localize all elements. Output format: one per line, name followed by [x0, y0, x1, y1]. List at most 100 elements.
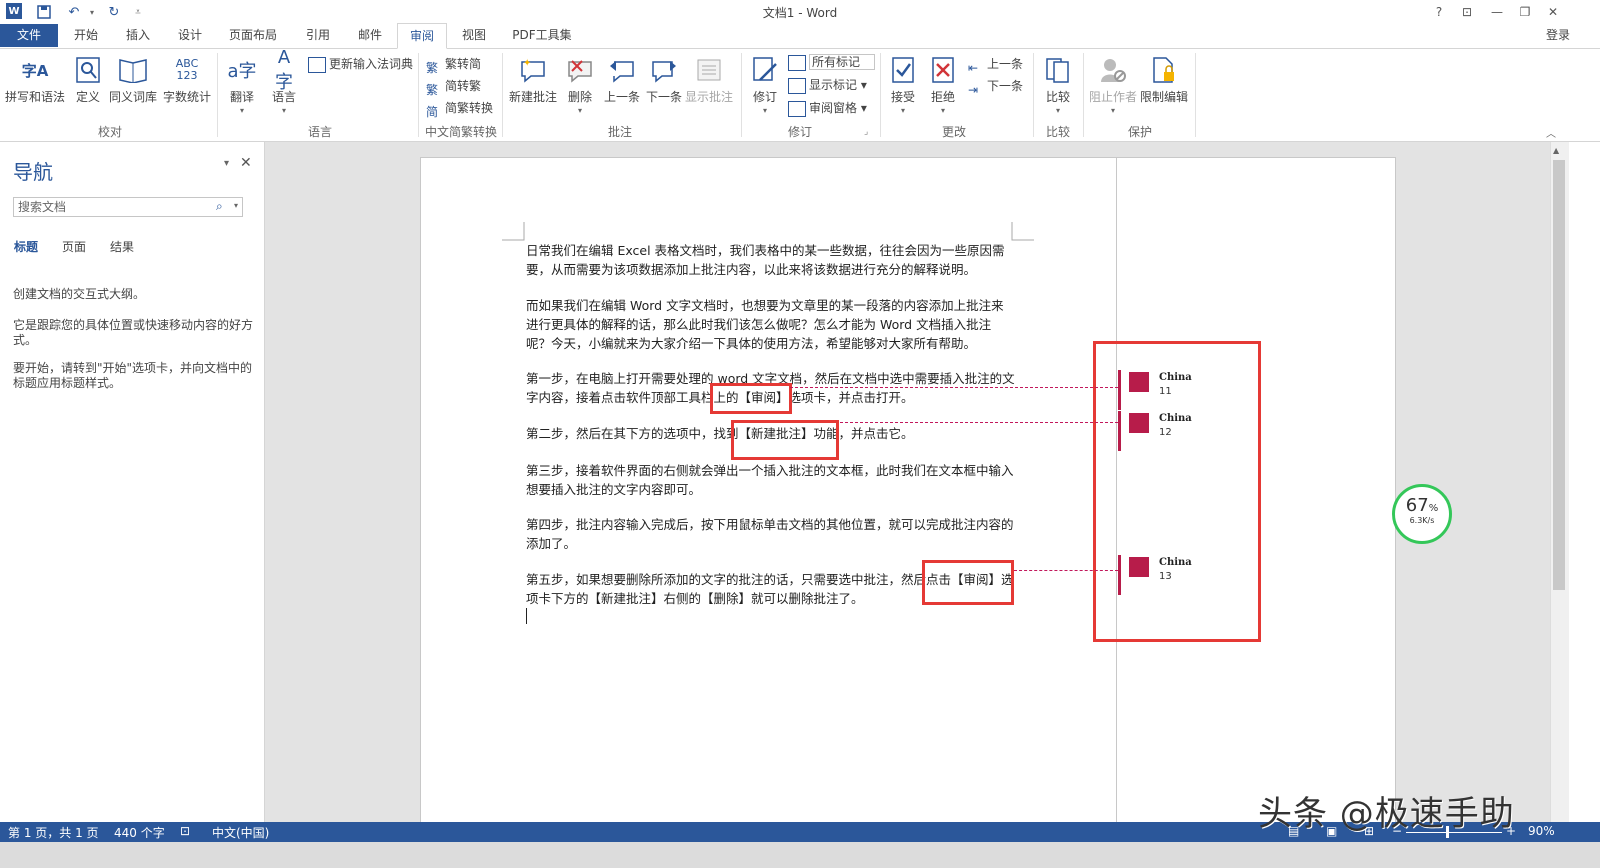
tab-references[interactable]: 引用 — [296, 24, 340, 47]
group-separator — [880, 53, 881, 137]
minimize-icon[interactable]: — — [1484, 2, 1510, 22]
nav-tab-results[interactable]: 结果 — [110, 238, 134, 255]
delete-comment-button[interactable]: 删除 ▾ — [562, 55, 598, 115]
block-authors-button[interactable]: 阻止作者 ▾ — [1088, 55, 1138, 115]
next-comment-icon — [649, 55, 679, 85]
group-separator — [217, 53, 218, 137]
zoom-level[interactable]: 90% — [1528, 824, 1555, 838]
word-count-icon: ABC 123 — [175, 57, 199, 82]
comment-text[interactable]: 12 — [1159, 427, 1172, 438]
tab-layout[interactable]: 页面布局 — [222, 24, 284, 47]
avatar-icon — [1129, 413, 1149, 433]
paragraph[interactable]: 第三步，接着软件界面的右侧就会弹出一个插入批注的文本框，此时我们在文本框中输入想… — [526, 461, 1016, 499]
proofing-status-icon[interactable]: ⊡ — [180, 824, 190, 838]
nav-tab-pages[interactable]: 页面 — [62, 238, 86, 255]
avatar-icon — [1129, 557, 1149, 577]
window-title: 文档1 - Word — [762, 6, 838, 20]
watermark: 头条 @极速手助 — [1258, 794, 1515, 834]
comment-text[interactable]: 13 — [1159, 571, 1172, 582]
nav-options-icon[interactable]: ▾ — [224, 158, 229, 169]
reviewing-pane-button[interactable]: 审阅窗格 ▾ — [788, 98, 867, 118]
markup-select[interactable]: 所有标记 — [788, 52, 876, 72]
comment-balloon[interactable]: China 11 — [1118, 370, 1261, 410]
thesaurus-button[interactable]: 同义词库 — [108, 55, 158, 105]
language-button[interactable]: A字 语言 ▾ — [266, 46, 302, 116]
speed-unit: % — [1428, 503, 1439, 514]
tab-home[interactable]: 开始 — [64, 24, 108, 47]
group-label-tracking: 修订 — [787, 125, 812, 139]
help-button[interactable]: ? — [1426, 2, 1452, 22]
spelling-grammar-button[interactable]: 字A 拼写和语法 — [4, 55, 66, 105]
word-count-button[interactable]: ABC 123 字数统计 — [162, 55, 212, 105]
update-ime-dictionary-button[interactable]: 更新输入法词典 — [308, 54, 413, 74]
show-comments-button[interactable]: 显示批注 — [684, 55, 734, 105]
tab-mailings[interactable]: 邮件 — [348, 24, 392, 47]
ribbon-display-icon[interactable]: ⊡ — [1454, 2, 1480, 22]
convert-button[interactable]: 简简繁转换 — [426, 98, 493, 119]
scrollbar-thumb[interactable] — [1553, 160, 1565, 590]
group-separator — [1033, 53, 1034, 137]
next-change-icon: ⇥ — [968, 82, 979, 97]
comment-balloon[interactable]: China 12 — [1118, 411, 1261, 451]
speed-rate: 6.3K/s — [1409, 516, 1435, 525]
nav-help-text-1: 创建文档的交互式大纲。 — [13, 287, 146, 301]
comment-link-line — [790, 387, 1118, 388]
reject-button[interactable]: 拒绝 ▾ — [926, 55, 960, 115]
markup-icon — [788, 54, 806, 71]
restore-icon[interactable]: ❐ — [1512, 2, 1538, 22]
t2s-button[interactable]: 繁繁转简 — [426, 54, 481, 75]
comment-text[interactable]: 11 — [1159, 386, 1172, 397]
language-icon: A字 — [275, 46, 293, 93]
language-status[interactable]: 中文(中国) — [212, 824, 269, 841]
speed-percent: 67 — [1405, 495, 1429, 516]
scroll-up-icon[interactable]: ▲ — [1553, 146, 1559, 155]
translate-button[interactable]: a字 翻译 ▾ — [224, 55, 260, 115]
close-icon[interactable]: ✕ — [1540, 2, 1566, 22]
tab-insert[interactable]: 插入 — [116, 24, 160, 47]
next-change-button[interactable]: ⇥ 下一条 — [968, 76, 1023, 97]
group-separator — [741, 53, 742, 137]
nav-search-input[interactable]: 搜索文档 — [13, 197, 243, 217]
reject-icon — [928, 55, 958, 85]
chevron-down-icon: ▾ — [239, 106, 244, 115]
comment-balloon[interactable]: China 13 — [1118, 555, 1261, 595]
show-markup-button[interactable]: 显示标记 ▾ — [788, 75, 867, 95]
page-count[interactable]: 第 1 页，共 1 页 — [8, 824, 99, 841]
tab-file[interactable]: 文件 — [0, 24, 58, 47]
search-icon[interactable]: ⌕ — [216, 199, 223, 214]
search-dropdown-icon[interactable]: ▾ — [234, 201, 238, 210]
signin-link[interactable]: 登录 — [1538, 24, 1578, 47]
accept-button[interactable]: 接受 ▾ — [886, 55, 920, 115]
nav-close-icon[interactable]: ✕ — [240, 155, 252, 171]
paragraph[interactable]: 而如果我们在编辑 Word 文字文档时，也想要为文章里的某一段落的内容添加上批注… — [526, 296, 1016, 353]
word-count[interactable]: 440 个字 — [114, 824, 165, 841]
next-comment-button[interactable]: 下一条 — [644, 55, 684, 105]
paragraph[interactable]: 第四步，批注内容输入完成后，按下用鼠标单击文档的其他位置，就可以完成批注内容的添… — [526, 515, 1016, 553]
tab-review[interactable]: 审阅 — [397, 23, 447, 49]
previous-comment-button[interactable]: 上一条 — [602, 55, 642, 105]
group-separator — [1195, 53, 1196, 137]
tab-design[interactable]: 设计 — [168, 24, 212, 47]
title-bar: W ↶ ▾ ↻ ⩡ 文档1 - Word ? ⊡ — ❐ ✕ — [0, 0, 1600, 24]
tab-pdf-tools[interactable]: PDF工具集 — [504, 24, 580, 47]
nav-tab-headings[interactable]: 标题 — [14, 238, 38, 255]
s2t-button[interactable]: 繁简转繁 — [426, 76, 481, 97]
tab-view[interactable]: 视图 — [452, 24, 496, 47]
restrict-editing-button[interactable]: 限制编辑 — [1138, 55, 1190, 105]
network-speed-widget[interactable]: 67% 6.3K/s — [1392, 484, 1452, 544]
track-changes-button[interactable]: 修订 ▾ — [748, 55, 782, 115]
paragraph[interactable]: 日常我们在编辑 Excel 表格文档时，我们表格中的某一些数据，往往会因为一些原… — [526, 241, 1016, 279]
compare-button[interactable]: 比较 ▾ — [1040, 55, 1076, 115]
compare-icon — [1043, 55, 1073, 85]
previous-change-icon: ⇤ — [968, 60, 979, 75]
define-button[interactable]: 定义 — [72, 55, 104, 105]
previous-change-button[interactable]: ⇤ 上一条 — [968, 54, 1023, 75]
dialog-launcher-icon[interactable]: ⌟ — [864, 127, 868, 137]
show-markup-icon — [788, 77, 806, 94]
collapse-ribbon-icon[interactable]: ︿ — [1546, 125, 1556, 140]
group-label-protect: 保护 — [1127, 125, 1152, 139]
new-comment-button[interactable]: ✦ 新建批注 — [508, 55, 558, 105]
ribbon-tabs: 文件 开始 插入 设计 页面布局 引用 邮件 审阅 视图 PDF工具集 登录 — [0, 23, 1600, 49]
nav-help-text-3: 要开始，请转到"开始"选项卡，并向文档中的标题应用标题样式。 — [13, 361, 253, 390]
chevron-down-icon: ▾ — [577, 106, 582, 115]
